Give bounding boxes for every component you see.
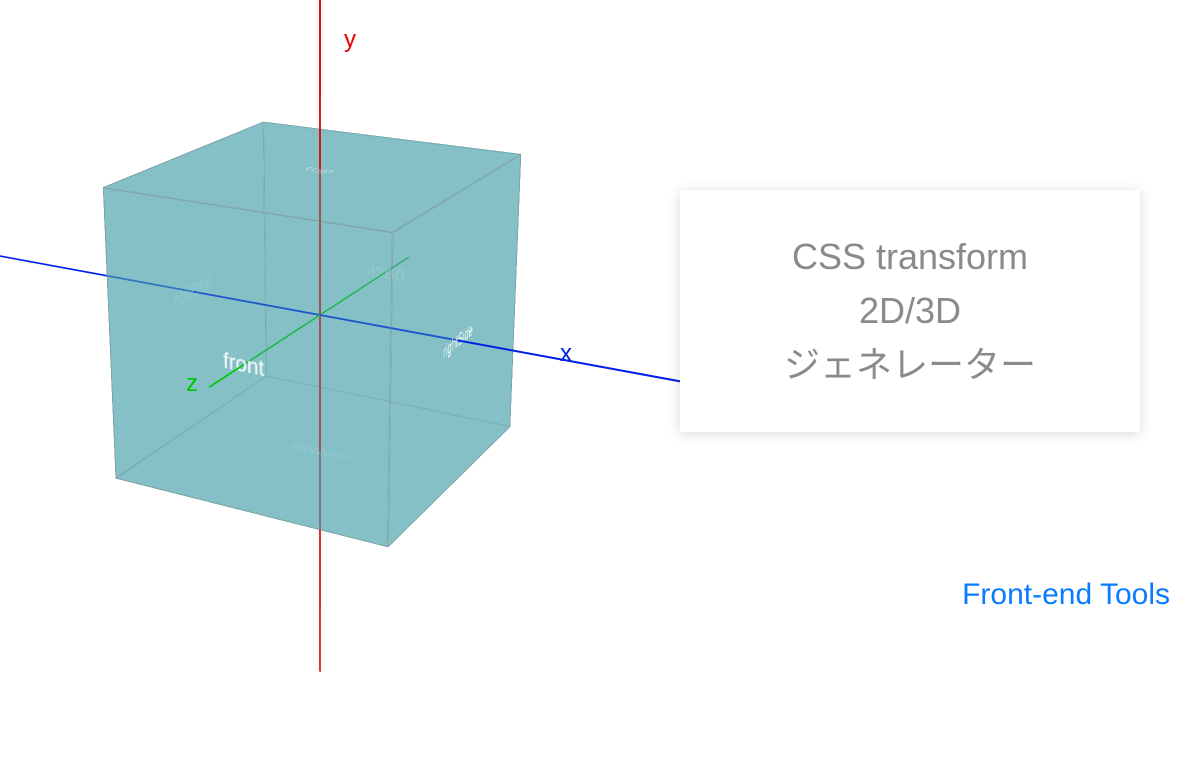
title-card: CSS transform 2D/3D ジェネレーター bbox=[680, 190, 1140, 432]
diagram-stage: back leftSide bottom top rightSide front… bbox=[0, 0, 640, 630]
title-line-2: 2D/3D bbox=[710, 284, 1110, 338]
axis-label-z: z bbox=[186, 370, 198, 398]
cube: back leftSide bottom top rightSide front bbox=[189, 152, 462, 483]
title-line-3: ジェネレーター bbox=[710, 338, 1110, 392]
title-line-1: CSS transform bbox=[710, 230, 1110, 284]
brand-label: Front-end Tools bbox=[962, 578, 1170, 612]
axis-label-y: y bbox=[344, 26, 356, 54]
axis-label-x: x bbox=[560, 340, 572, 368]
cube-face-front: front bbox=[103, 187, 393, 547]
